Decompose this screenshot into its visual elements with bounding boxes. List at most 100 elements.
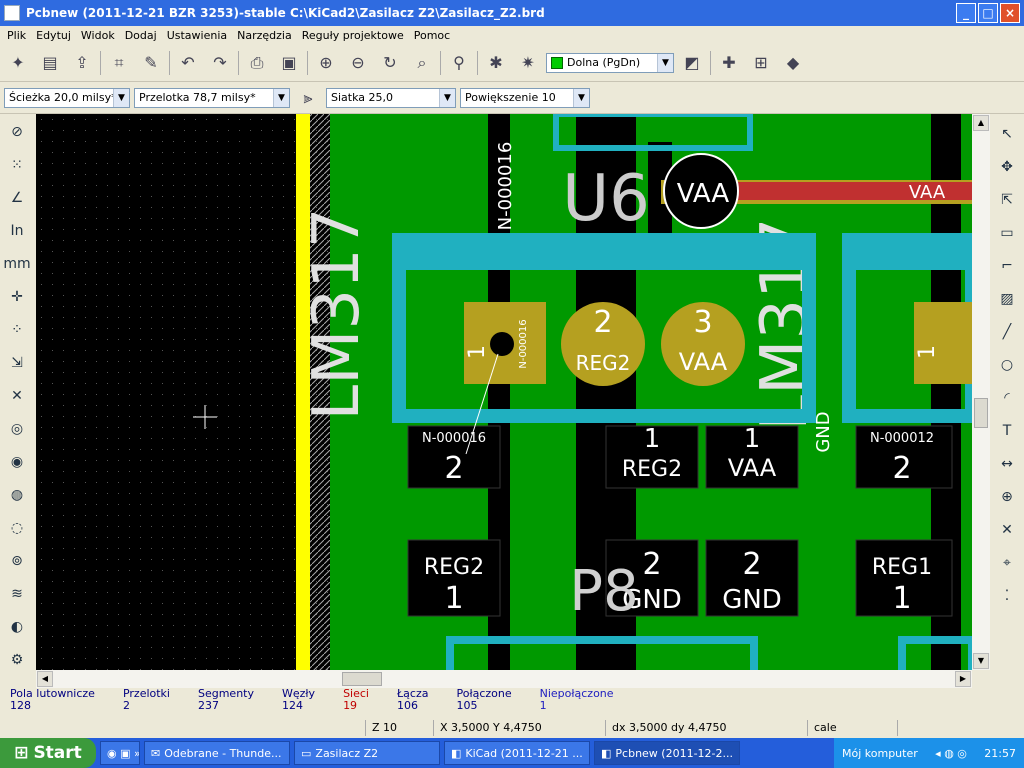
microwave-toolbar-icon[interactable]: ⚙ — [3, 644, 31, 676]
tray-icons[interactable]: ◂ ◍ ◎ — [935, 747, 967, 760]
separator — [169, 50, 170, 75]
find-icon[interactable]: ⚲ — [445, 49, 473, 77]
stat-value: 1 — [539, 699, 547, 712]
start-button[interactable]: ⊞ Start — [0, 738, 96, 768]
high-contrast-icon[interactable]: ◐ — [3, 611, 31, 643]
grid-toggle-icon[interactable]: ⁙ — [3, 149, 31, 181]
menu-edytuj[interactable]: Edytuj — [31, 29, 76, 42]
stat-pads: Pola lutownicze 128 — [10, 688, 95, 718]
scroll-up-icon[interactable]: ▲ — [973, 115, 989, 131]
highlight-net-icon[interactable]: ✥ — [993, 151, 1021, 183]
menu-reguly[interactable]: Reguły projektowe — [297, 29, 409, 42]
close-button[interactable]: × — [1000, 3, 1020, 23]
module-ratsnest-icon[interactable]: ⇲ — [3, 347, 31, 379]
add-module-icon[interactable]: ▭ — [993, 217, 1021, 249]
new-board-icon[interactable]: ✦ — [4, 49, 32, 77]
stat-vias: Przelotki 2 — [123, 688, 170, 718]
module-editor-icon[interactable]: ✎ — [137, 49, 165, 77]
zoom-select[interactable]: Powiększenie 10 ▼ — [460, 87, 590, 108]
pad-net: GND — [722, 585, 782, 615]
separator — [710, 50, 711, 75]
menu-dodaj[interactable]: Dodaj — [120, 29, 162, 42]
page-settings-icon[interactable]: ⌗ — [105, 49, 133, 77]
zones-nofill-icon[interactable]: ◍ — [3, 479, 31, 511]
autoroute-icon[interactable]: ⊞ — [747, 49, 775, 77]
grid-select[interactable]: Siatka 25,0 ▼ — [326, 87, 456, 108]
menu-ustawienia[interactable]: Ustawienia — [162, 29, 232, 42]
polar-coords-icon[interactable]: ∠ — [3, 182, 31, 214]
scroll-down-icon[interactable]: ▼ — [973, 653, 989, 669]
zoom-in-icon[interactable]: ⊕ — [312, 49, 340, 77]
track-width-select[interactable]: Ścieżka 20,0 milsy* ▼ — [4, 87, 130, 108]
minimize-button[interactable]: _ — [956, 3, 976, 23]
autoplace-icon[interactable]: ✚ — [715, 49, 743, 77]
zones-outline-icon[interactable]: ◉ — [3, 446, 31, 478]
quick-launch[interactable]: ◉ ▣ » — [100, 741, 140, 765]
freeroute-icon[interactable]: ◆ — [779, 49, 807, 77]
save-board-icon[interactable]: ⇪ — [68, 49, 96, 77]
menu-narzedzia[interactable]: Narzędzia — [232, 29, 297, 42]
horizontal-scrollbar[interactable]: ◀ ▶ — [36, 670, 972, 688]
task-folder[interactable]: ▭ Zasilacz Z2 — [294, 741, 440, 765]
tray-label[interactable]: Mój komputer — [842, 747, 918, 760]
menu-pomoc[interactable]: Pomoc — [409, 29, 455, 42]
set-offset-icon[interactable]: ⌖ — [993, 547, 1021, 579]
drc-off-icon[interactable]: ⊘ — [3, 116, 31, 148]
netlist-icon[interactable]: ✱ — [482, 49, 510, 77]
drc-bug-icon[interactable]: ✷ — [514, 49, 542, 77]
redraw-icon[interactable]: ↻ — [376, 49, 404, 77]
pad — [914, 302, 972, 384]
horizontal-scroll-thumb[interactable] — [342, 672, 382, 686]
vertical-scroll-thumb[interactable] — [974, 398, 988, 428]
add-dimension-icon[interactable]: ↔ — [993, 448, 1021, 480]
auto-delete-track-icon[interactable]: ✕ — [3, 380, 31, 412]
add-line-icon[interactable]: ╱ — [993, 316, 1021, 348]
layer-select[interactable]: Dolna (PgDn) ▼ — [546, 52, 674, 73]
coordinate-bar: Z 10 X 3,5000 Y 4,4750 dx 3,5000 dy 4,47… — [0, 718, 1024, 738]
vias-sketch-icon[interactable]: ⊚ — [3, 545, 31, 577]
plot-icon[interactable]: ▣ — [275, 49, 303, 77]
maximize-button[interactable]: □ — [978, 3, 998, 23]
grid-origin-icon[interactable]: ⁚ — [993, 580, 1021, 612]
scroll-right-icon[interactable]: ▶ — [955, 671, 971, 687]
print-icon[interactable]: ⎙ — [243, 49, 271, 77]
task-pcbnew[interactable]: ◧ Pcbnew (2011-12-2... — [594, 741, 740, 765]
task-kicad[interactable]: ◧ KiCad (2011-12-21 ... — [444, 741, 590, 765]
scroll-left-icon[interactable]: ◀ — [37, 671, 53, 687]
add-target-icon[interactable]: ⊕ — [993, 481, 1021, 513]
menu-plik[interactable]: Plik — [2, 29, 31, 42]
cursor-shape-icon[interactable]: ✛ — [3, 281, 31, 313]
ratsnest-icon[interactable]: ⁘ — [3, 314, 31, 346]
menu-widok[interactable]: Widok — [76, 29, 120, 42]
task-thunderbird[interactable]: ✉ Odebrane - Thunde... — [144, 741, 290, 765]
add-zone-icon[interactable]: ▨ — [993, 283, 1021, 315]
pcb-canvas[interactable]: VAA VAA U6 N-000016 LM317 LM317 GND 1 N-… — [36, 114, 972, 670]
open-board-icon[interactable]: ▤ — [36, 49, 64, 77]
layer-pair-icon[interactable]: ◩ — [678, 49, 706, 77]
add-circle-icon[interactable]: ○ — [993, 349, 1021, 381]
select-arrow-icon[interactable]: ↖ — [993, 118, 1021, 150]
ref-p8: P8 — [569, 559, 638, 624]
layer-select-value: Dolna (PgDn) — [567, 56, 641, 69]
zoom-fit-icon[interactable]: ⌕ — [408, 49, 436, 77]
local-ratsnest-icon[interactable]: ⇱ — [993, 184, 1021, 216]
aux-toolbar: Ścieżka 20,0 milsy* ▼ Przelotka 78,7 mil… — [0, 82, 1024, 114]
pads-sketch-icon[interactable]: ◌ — [3, 512, 31, 544]
inch-units-icon[interactable]: In — [3, 215, 31, 247]
vertical-scrollbar[interactable]: ▲ ▼ — [972, 114, 990, 670]
add-text-icon[interactable]: T — [993, 415, 1021, 447]
zones-fill-icon[interactable]: ◎ — [3, 413, 31, 445]
add-track-icon[interactable]: ⌐ — [993, 250, 1021, 282]
tracks-sketch-icon[interactable]: ≋ — [3, 578, 31, 610]
undo-icon[interactable]: ↶ — [174, 49, 202, 77]
zoom-out-icon[interactable]: ⊖ — [344, 49, 372, 77]
delete-items-icon[interactable]: ✕ — [993, 514, 1021, 546]
stat-links: Łącza 106 — [397, 688, 429, 718]
redo-icon[interactable]: ↷ — [206, 49, 234, 77]
stat-nets: Sieci 19 — [343, 688, 369, 718]
via-size-select[interactable]: Przelotka 78,7 milsy* ▼ — [134, 87, 290, 108]
auto-track-width-icon[interactable]: ⫸ — [294, 84, 322, 112]
add-arc-icon[interactable]: ◜ — [993, 382, 1021, 414]
task-label: Odebrane - Thunde... — [164, 746, 282, 760]
mm-units-icon[interactable]: mm — [3, 248, 31, 280]
